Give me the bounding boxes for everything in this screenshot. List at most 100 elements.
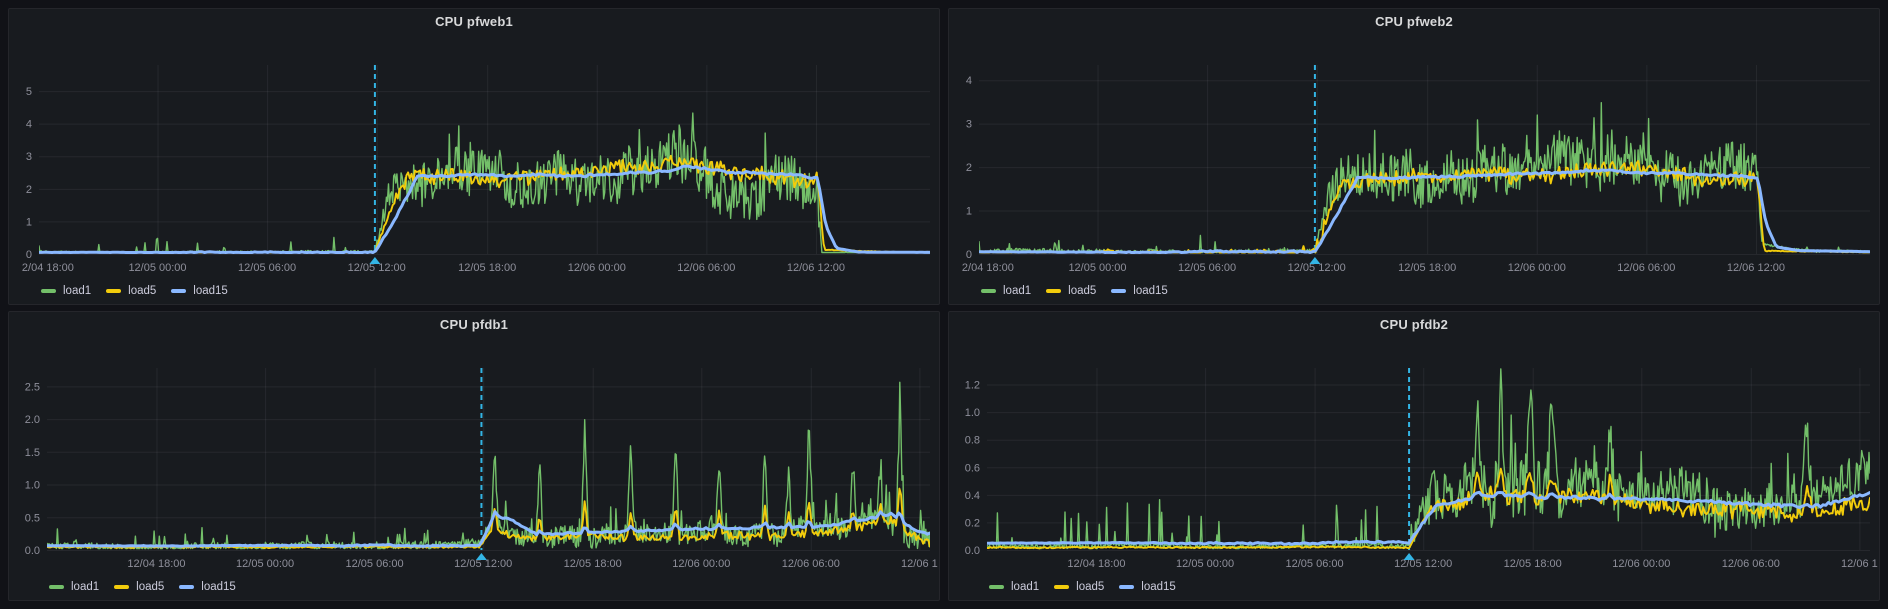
y-tick-label: 2 — [966, 162, 972, 174]
x-tick-label: 2/04 18:00 — [962, 262, 1014, 274]
legend-label: load1 — [1003, 286, 1031, 298]
x-tick-label: 12/05 18:00 — [458, 262, 516, 274]
y-tick-label: 4 — [26, 119, 32, 131]
legend-label: load15 — [193, 286, 228, 298]
y-tick-label: 1.0 — [965, 407, 980, 419]
legend-item-load15[interactable]: load15 — [1119, 582, 1176, 594]
y-tick-label: 0 — [26, 249, 32, 261]
legend: load1 load5 load15 — [989, 582, 1176, 594]
series-load1 — [987, 369, 1870, 549]
plot-canvas[interactable]: 012342/04 18:0012/05 00:0012/05 06:0012/… — [949, 9, 1879, 304]
legend-item-load15[interactable]: load15 — [1111, 286, 1168, 298]
series-lines — [987, 369, 1870, 549]
plot-canvas[interactable]: 0.00.51.01.52.02.512/04 18:0012/05 00:00… — [9, 312, 939, 600]
legend-label: load5 — [1068, 286, 1096, 298]
x-tick-label: 12/05 00:00 — [1176, 558, 1234, 570]
legend-swatch — [114, 585, 129, 589]
plot-canvas[interactable]: 0123452/04 18:0012/05 00:0012/05 06:0012… — [9, 9, 939, 304]
y-tick-label: 2.5 — [25, 381, 40, 393]
legend-label: load1 — [71, 582, 99, 594]
panel-title[interactable]: CPU pfdb2 — [949, 317, 1879, 332]
legend-label: load15 — [1133, 286, 1168, 298]
series-lines — [39, 113, 930, 252]
x-tick-label: 12/05 06:00 — [238, 262, 296, 274]
legend-item-load1[interactable]: load1 — [989, 582, 1039, 594]
legend: load1 load5 load15 — [49, 582, 236, 594]
panel-title[interactable]: CPU pfweb1 — [9, 14, 939, 29]
x-tick-label: 12/04 18:00 — [127, 558, 185, 570]
legend-item-load5[interactable]: load5 — [1054, 582, 1104, 594]
legend-label: load5 — [136, 582, 164, 594]
y-tick-label: 3 — [26, 151, 32, 163]
x-tick-label: 12/06 06:00 — [1722, 558, 1780, 570]
annotation-marker — [1309, 257, 1320, 264]
x-tick-label: 2/04 18:00 — [22, 262, 74, 274]
legend-label: load1 — [1011, 582, 1039, 594]
series-load5 — [47, 489, 930, 548]
series-lines — [979, 103, 1870, 253]
x-tick-label: 12/05 00:00 — [1068, 262, 1126, 274]
x-tick-label: 12/06 1 — [901, 558, 938, 570]
panel-cpu-pfweb2: CPU pfweb2 012342/04 18:0012/05 00:0012/… — [948, 8, 1880, 305]
legend-label: load15 — [201, 582, 236, 594]
x-tick-label: 12/05 18:00 — [1504, 558, 1562, 570]
legend-swatch — [981, 289, 996, 293]
annotation — [1404, 368, 1415, 560]
series-lines — [47, 382, 930, 548]
x-tick-label: 12/06 00:00 — [568, 262, 626, 274]
y-tick-label: 3 — [966, 119, 972, 131]
x-tick-label: 12/05 00:00 — [236, 558, 294, 570]
y-tick-label: 1.5 — [25, 447, 40, 459]
series-load1 — [47, 382, 930, 548]
panel-title[interactable]: CPU pfdb1 — [9, 317, 939, 332]
legend-swatch — [49, 585, 64, 589]
panel-title[interactable]: CPU pfweb2 — [949, 14, 1879, 29]
x-tick-label: 12/05 06:00 — [1286, 558, 1344, 570]
y-tick-label: 0.8 — [965, 435, 980, 447]
x-tick-label: 12/06 06:00 — [677, 262, 735, 274]
plot-canvas[interactable]: 0.00.20.40.60.81.01.212/04 18:0012/05 00… — [949, 312, 1879, 600]
legend-swatch — [41, 289, 56, 293]
legend-item-load5[interactable]: load5 — [106, 286, 156, 298]
legend-item-load1[interactable]: load1 — [981, 286, 1031, 298]
legend-item-load15[interactable]: load15 — [179, 582, 236, 594]
legend-item-load5[interactable]: load5 — [114, 582, 164, 594]
legend-swatch — [1119, 585, 1134, 589]
x-tick-label: 12/06 06:00 — [1617, 262, 1675, 274]
x-tick-label: 12/06 12:00 — [787, 262, 845, 274]
legend: load1 load5 load15 — [41, 286, 228, 298]
legend-item-load1[interactable]: load1 — [41, 286, 91, 298]
y-tick-label: 0.6 — [965, 462, 980, 474]
legend-item-load5[interactable]: load5 — [1046, 286, 1096, 298]
x-tick-label: 12/05 18:00 — [1398, 262, 1456, 274]
y-tick-label: 1.0 — [25, 480, 40, 492]
y-tick-label: 4 — [966, 75, 972, 87]
x-tick-label: 12/04 18:00 — [1067, 558, 1125, 570]
grid-lines — [47, 368, 930, 551]
axis-tick-labels: 0.00.20.40.60.81.01.212/04 18:0012/05 00… — [965, 380, 1878, 570]
legend-swatch — [1111, 289, 1126, 293]
y-tick-label: 0.4 — [965, 490, 980, 502]
legend: load1 load5 load15 — [981, 286, 1168, 298]
y-tick-label: 0.0 — [965, 545, 980, 557]
legend-item-load1[interactable]: load1 — [49, 582, 99, 594]
legend-swatch — [171, 289, 186, 293]
x-tick-label: 12/06 06:00 — [782, 558, 840, 570]
legend-label: load15 — [1141, 582, 1176, 594]
y-tick-label: 1.2 — [965, 380, 980, 392]
x-tick-label: 12/05 00:00 — [128, 262, 186, 274]
x-tick-label: 12/05 06:00 — [1178, 262, 1236, 274]
annotation-marker — [476, 553, 487, 560]
y-tick-label: 2.0 — [25, 414, 40, 426]
legend-label: load5 — [128, 286, 156, 298]
y-tick-label: 0 — [966, 249, 972, 261]
legend-item-load15[interactable]: load15 — [171, 286, 228, 298]
x-tick-label: 12/05 18:00 — [564, 558, 622, 570]
x-tick-label: 12/06 12:00 — [1727, 262, 1785, 274]
x-tick-label: 12/05 12:00 — [1394, 558, 1452, 570]
panel-cpu-pfdb2: CPU pfdb2 0.00.20.40.60.81.01.212/04 18:… — [948, 311, 1880, 601]
legend-swatch — [989, 585, 1004, 589]
annotation-marker — [1404, 553, 1415, 560]
legend-swatch — [106, 289, 121, 293]
dashboard-grid: CPU pfweb1 0123452/04 18:0012/05 00:0012… — [0, 0, 1888, 609]
